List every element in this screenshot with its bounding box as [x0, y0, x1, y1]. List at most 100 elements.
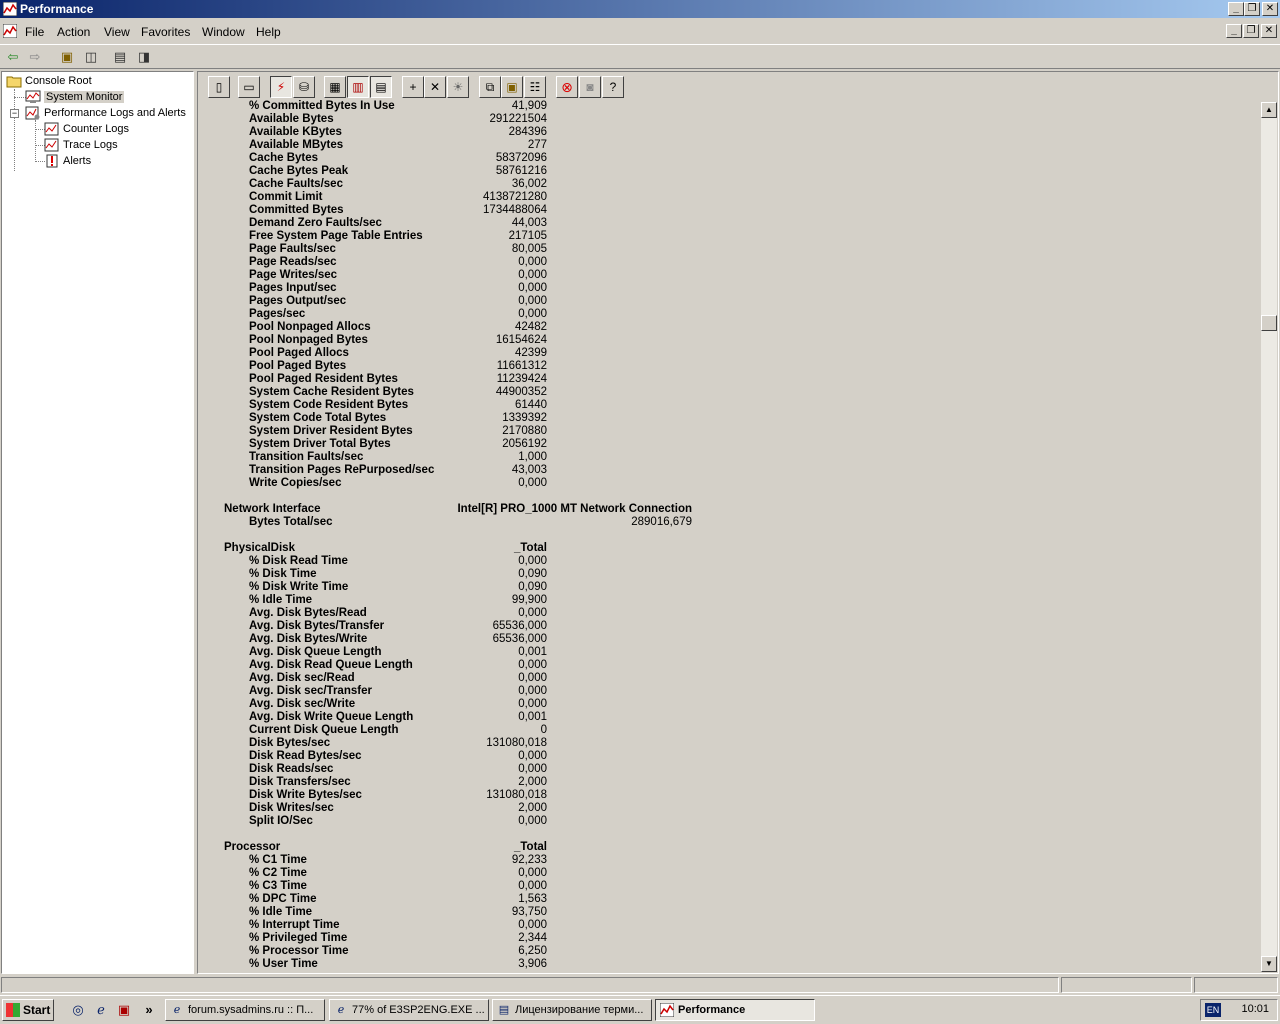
counter-value: 65536,000 — [492, 633, 547, 645]
counter-name: % Processor Time — [249, 945, 349, 957]
tree-item-label: System Monitor — [44, 91, 125, 103]
menu-view[interactable]: View — [104, 25, 130, 39]
scroll-down-icon[interactable]: ▼ — [1261, 956, 1277, 972]
restore-button[interactable]: ❐ — [1244, 2, 1260, 16]
mdi-minimize-button[interactable]: _ — [1226, 24, 1242, 38]
report-counter-row: Available KBytes 284396 — [198, 126, 547, 139]
help-icon[interactable]: ◨ — [134, 48, 154, 66]
report-counter-row: % Processor Time 6,250 — [198, 945, 547, 958]
report-counter-row: Pool Nonpaged Allocs 42482 — [198, 321, 547, 334]
start-label: Start — [23, 1003, 51, 1017]
tree-item-trace-logs[interactable]: Trace Logs — [44, 137, 118, 153]
ie-icon[interactable]: ℯ — [92, 1001, 110, 1019]
menu-favorites[interactable]: Favorites — [141, 25, 190, 39]
save-icon[interactable]: ▣ — [115, 1001, 133, 1019]
menu-file[interactable]: File — [25, 25, 44, 39]
title-bar[interactable]: Performance _ ❐ ✕ — [0, 0, 1280, 18]
counter-value: 0,001 — [518, 711, 547, 723]
up-folder-icon[interactable]: ▣ — [57, 48, 77, 66]
menu-window[interactable]: Window — [202, 25, 245, 39]
folder-icon — [6, 76, 22, 88]
tree-item-performance-logs-alerts[interactable]: Performance Logs and Alerts — [25, 105, 186, 121]
minimize-button[interactable]: _ — [1228, 2, 1244, 16]
paste-counter-list-icon[interactable]: ▣ — [501, 76, 523, 98]
counter-name: % Committed Bytes In Use — [249, 100, 395, 112]
counter-value: 93,750 — [511, 906, 547, 918]
counter-name: Avg. Disk sec/Read — [249, 672, 355, 684]
report-counter-row: Pages/sec 0,000 — [198, 308, 547, 321]
report-view: % Committed Bytes In Use 41,909 Available … — [198, 100, 1260, 973]
taskbar-item[interactable]: ℯ forum.sysadmins.ru :: П... — [165, 999, 325, 1021]
tree-item-console-root[interactable]: Console Root — [6, 73, 92, 89]
close-button[interactable]: ✕ — [1262, 2, 1278, 16]
counter-value: 3,906 — [518, 958, 547, 970]
view-report-icon[interactable]: ▤ — [370, 76, 392, 98]
system-monitor-icon — [25, 90, 41, 104]
menu-action[interactable]: Action — [57, 25, 90, 39]
copy-properties-icon[interactable]: ⧉ — [479, 76, 501, 98]
view-histogram-icon[interactable]: ▥ — [347, 76, 369, 98]
clear-display-icon[interactable]: ▭ — [238, 76, 260, 98]
taskbar-item[interactable]: ▤ Лицензирование терми... — [492, 999, 652, 1021]
system-monitor-pane: ▯ ▭ ⚡ ⛁ ▦ ▥ ▤ + ✕ ☀ ⧉ ▣ ☷ ⊗ ◙ ? % Commit… — [197, 71, 1279, 974]
new-counter-set-icon[interactable]: ▯ — [208, 76, 230, 98]
forward-icon[interactable]: ⇨ — [25, 48, 45, 66]
counter-value: 0,000 — [518, 282, 547, 294]
counter-name: Avg. Disk Bytes/Write — [249, 633, 368, 645]
counter-name: Disk Writes/sec — [249, 802, 334, 814]
tree-item-alerts[interactable]: Alerts — [44, 153, 91, 169]
report-counter-row: Avg. Disk sec/Write 0,000 — [198, 698, 547, 711]
update-data-icon[interactable]: ◙ — [579, 76, 601, 98]
back-icon[interactable]: ⇦ — [3, 48, 23, 66]
counter-name: % C2 Time — [249, 867, 307, 879]
view-graph-icon[interactable]: ▦ — [324, 76, 346, 98]
view-current-activity-icon[interactable]: ⚡ — [270, 76, 292, 98]
vertical-scrollbar[interactable]: ▲ ▼ — [1261, 102, 1277, 972]
counter-name: Write Copies/sec — [249, 477, 342, 489]
counter-name: Cache Bytes Peak — [249, 165, 349, 177]
counter-value: 4138721280 — [483, 191, 547, 203]
help-icon[interactable]: ? — [602, 76, 624, 98]
tree-item-label: Counter Logs — [63, 123, 130, 135]
counter-name: Committed Bytes — [249, 204, 344, 216]
show-desktop-icon[interactable]: ◎ — [69, 1001, 87, 1019]
performance-icon[interactable] — [3, 24, 17, 38]
properties-icon[interactable]: ▤ — [110, 48, 130, 66]
window-title: Performance — [20, 2, 94, 16]
view-log-data-icon[interactable]: ⛁ — [293, 76, 315, 98]
counter-name: % Disk Read Time — [249, 555, 348, 567]
counter-name: % Idle Time — [249, 594, 313, 606]
menu-help[interactable]: Help — [256, 25, 281, 39]
mdi-close-button[interactable]: ✕ — [1261, 24, 1277, 38]
freeze-display-icon[interactable]: ⊗ — [556, 76, 578, 98]
delete-counter-icon[interactable]: ✕ — [424, 76, 446, 98]
counter-value: 0,000 — [518, 919, 547, 931]
properties-icon[interactable]: ☷ — [524, 76, 546, 98]
taskbar-item-performance[interactable]: Performance — [655, 999, 815, 1021]
add-counter-icon[interactable]: + — [402, 76, 424, 98]
counter-value: 0,090 — [518, 581, 547, 593]
tree-item-counter-logs[interactable]: Counter Logs — [44, 121, 129, 137]
report-counter-row: Avg. Disk Read Queue Length 0,000 — [198, 659, 547, 672]
mdi-restore-button[interactable]: ❐ — [1243, 24, 1259, 38]
highlight-icon[interactable]: ☀ — [447, 76, 469, 98]
counter-name: Current Disk Queue Length — [249, 724, 399, 736]
report-counter-row: % Disk Write Time 0,090 — [198, 581, 547, 594]
tree-item-system-monitor[interactable]: System Monitor — [25, 89, 125, 105]
language-indicator[interactable]: EN — [1205, 1003, 1221, 1017]
report-counter-row: System Driver Resident Bytes 2170880 — [198, 425, 547, 438]
counter-value: 0,000 — [518, 698, 547, 710]
clock[interactable]: 10:01 — [1241, 1003, 1269, 1015]
counter-value: 0,000 — [518, 555, 547, 567]
counter-name: Transition Faults/sec — [249, 451, 364, 463]
scroll-up-icon[interactable]: ▲ — [1261, 102, 1277, 118]
taskbar-item[interactable]: ℯ 77% of E3SP2ENG.EXE ... — [329, 999, 489, 1021]
quick-launch-chevron-icon[interactable]: » — [140, 1001, 158, 1019]
counter-name: Disk Bytes/sec — [249, 737, 331, 749]
tree-item-label: Performance Logs and Alerts — [44, 107, 186, 119]
show-hide-tree-icon[interactable]: ◫ — [81, 48, 101, 66]
scroll-thumb[interactable] — [1261, 315, 1277, 331]
tree-collapse-toggle[interactable]: − — [10, 109, 19, 118]
counter-value: 277 — [527, 139, 547, 151]
start-button[interactable]: Start — [2, 999, 54, 1021]
